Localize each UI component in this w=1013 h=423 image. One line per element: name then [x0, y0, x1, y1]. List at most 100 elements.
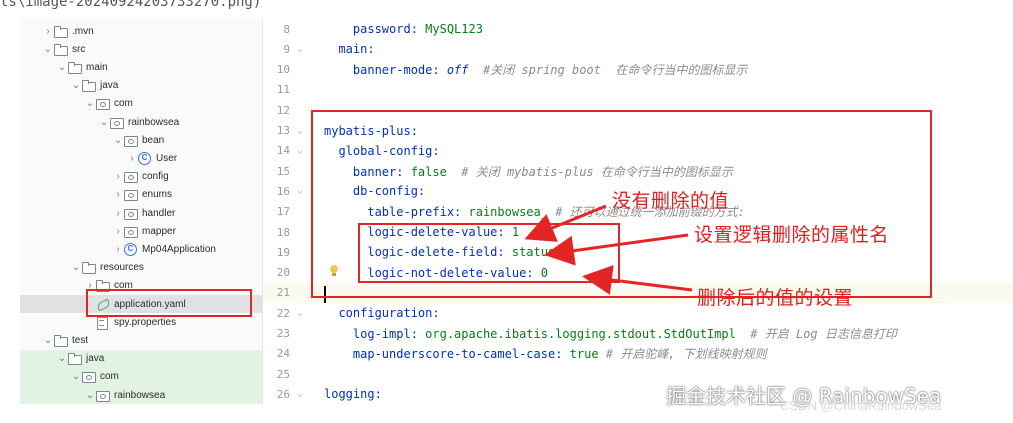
package-icon	[124, 171, 138, 184]
line-number: 20	[276, 266, 290, 280]
line-number: 21	[276, 286, 290, 300]
tree-item-label: rainbowsea	[114, 389, 166, 401]
chevron-down-icon[interactable]: ⌄	[70, 262, 82, 273]
code-token: #关闭 spring boot 在命令行当中的图标显示	[468, 63, 748, 78]
selected-file-highlight-box	[86, 289, 252, 317]
tree-item[interactable]: › handler	[20, 204, 262, 222]
tree-item[interactable]: ⌄ main	[20, 58, 262, 76]
tree-item[interactable]: ⌄ java	[20, 77, 262, 95]
tree-item[interactable]: › enums	[20, 186, 262, 204]
tree-item-label: main	[86, 61, 108, 73]
chevron-right-icon[interactable]: ›	[112, 208, 124, 219]
tree-item-label: enums	[142, 189, 173, 201]
fold-chevron-icon[interactable]: ⌄	[294, 44, 306, 54]
tree-item[interactable]: ⌄ com	[20, 367, 262, 386]
code-token: MySQL123	[425, 22, 483, 36]
fold-chevron-icon[interactable]: ⌄	[294, 308, 306, 318]
chevron-right-icon[interactable]: ›	[112, 189, 124, 200]
tree-item-label: resources	[100, 262, 144, 274]
package-icon	[124, 189, 138, 202]
tree-item[interactable]: ⌄ com	[20, 95, 262, 113]
line-number: 26	[276, 387, 290, 401]
logic-delete-highlight-box	[358, 223, 620, 283]
chevron-right-icon[interactable]: ›	[112, 244, 124, 255]
folder-icon	[68, 353, 82, 366]
package-icon	[110, 117, 124, 129]
chevron-down-icon[interactable]: ⌄	[112, 135, 124, 146]
tree-item[interactable]: › .mvn	[20, 22, 262, 40]
tree-item-label: test	[72, 334, 89, 346]
code-token: log-impl:	[324, 327, 426, 341]
props-icon	[96, 316, 110, 330]
code-token: password:	[324, 22, 426, 36]
code-line[interactable]: 9 ⌄ main:	[263, 39, 1013, 59]
chevron-down-icon[interactable]: ⌄	[70, 80, 82, 91]
fold-chevron-icon[interactable]: ⌄	[294, 146, 306, 156]
chevron-down-icon[interactable]: ⌄	[84, 390, 96, 401]
tree-item-label: Mp04Application	[142, 243, 216, 255]
line-number: 14	[276, 144, 290, 158]
package-icon	[124, 208, 138, 220]
tree-item[interactable]: › Mp04Application	[20, 240, 262, 258]
line-number: 16	[276, 184, 290, 198]
tree-item[interactable]: ⌄ test	[20, 331, 262, 349]
tree-item-label: .mvn	[72, 25, 94, 37]
tree-item[interactable]: ⌄ rainbowsea	[20, 113, 262, 131]
tree-item[interactable]: › User	[20, 149, 262, 167]
tree-item[interactable]: › config	[20, 168, 262, 186]
tree-item-label: spy.properties	[114, 316, 177, 328]
page-title: ts\image-20240924203733270.png)	[0, 0, 262, 10]
csdn-watermark: CSDN @ChinaRainbowSea	[780, 398, 942, 413]
chevron-down-icon[interactable]: ⌄	[56, 62, 68, 73]
annotation-field-name: 设置逻辑删除的属性名	[694, 224, 890, 246]
line-number: 18	[276, 225, 290, 239]
tree-item-label: rainbowsea	[128, 116, 180, 128]
tree-item[interactable]: › mapper	[20, 222, 262, 240]
chevron-right-icon[interactable]: ›	[126, 153, 138, 164]
chevron-down-icon[interactable]: ⌄	[42, 44, 54, 55]
code-text: logging:	[324, 387, 382, 401]
tree-item[interactable]: ⌄ src	[20, 40, 262, 58]
tree-item-label: handler	[142, 207, 176, 219]
chevron-down-icon[interactable]: ⌄	[70, 371, 82, 382]
code-token: # 开启 Log 日志信息打印	[735, 327, 897, 341]
project-tree: › .mvn ⌄ src ⌄ main ⌄ java ⌄ com ⌄ rainbowsea ⌄ bean ›…	[20, 18, 263, 405]
line-number: 10	[276, 63, 290, 77]
chevron-right-icon[interactable]: ›	[112, 171, 124, 182]
code-line[interactable]: 8 password: MySQL123	[263, 19, 1013, 39]
fold-chevron-icon[interactable]: ⌄	[294, 186, 306, 196]
code-text: banner-mode: off #关闭 spring boot 在命令行当中的…	[324, 61, 747, 78]
line-number: 9	[283, 42, 290, 56]
chevron-right-icon[interactable]: ›	[112, 226, 124, 237]
tree-item[interactable]: ⌄ bean	[20, 131, 262, 149]
code-token: main:	[324, 42, 375, 57]
fold-chevron-icon[interactable]: ⌄	[294, 126, 306, 136]
line-number: 22	[276, 306, 290, 320]
code-line[interactable]: 10 banner-mode: off #关闭 spring boot 在命令行…	[263, 60, 1013, 80]
chevron-down-icon[interactable]: ⌄	[98, 117, 110, 128]
line-number: 23	[276, 327, 290, 340]
chevron-right-icon[interactable]: ›	[42, 26, 54, 37]
folder-icon	[82, 262, 96, 275]
package-icon	[82, 371, 96, 384]
tree-item[interactable]: ⌄ rainbowsea	[20, 386, 262, 404]
chevron-down-icon[interactable]: ⌄	[84, 98, 96, 109]
code-line[interactable]: 11	[263, 80, 1013, 100]
class-icon	[138, 151, 152, 165]
line-number: 24	[276, 347, 290, 361]
code-text: main:	[324, 42, 375, 57]
chevron-down-icon[interactable]: ⌄	[56, 353, 68, 364]
folder-icon	[68, 61, 82, 74]
fold-chevron-icon[interactable]: ⌄	[294, 389, 306, 399]
code-line[interactable]: 23 log-impl: org.apache.ibatis.logging.s…	[263, 324, 1013, 344]
code-line[interactable]: 24 map-underscore-to-camel-case: true # …	[263, 344, 1013, 364]
chevron-down-icon[interactable]: ⌄	[42, 335, 54, 346]
code-line[interactable]: 22 ⌄ configuration:	[263, 303, 1013, 323]
annotation-deleted-value: 没有删除的值	[612, 190, 730, 212]
package-icon	[124, 135, 138, 147]
line-number: 8	[283, 22, 290, 36]
package-icon	[124, 226, 138, 238]
tree-item[interactable]: ⌄ resources	[20, 259, 262, 277]
tree-item-label: mapper	[142, 225, 176, 237]
tree-item[interactable]: ⌄ java	[20, 349, 262, 368]
